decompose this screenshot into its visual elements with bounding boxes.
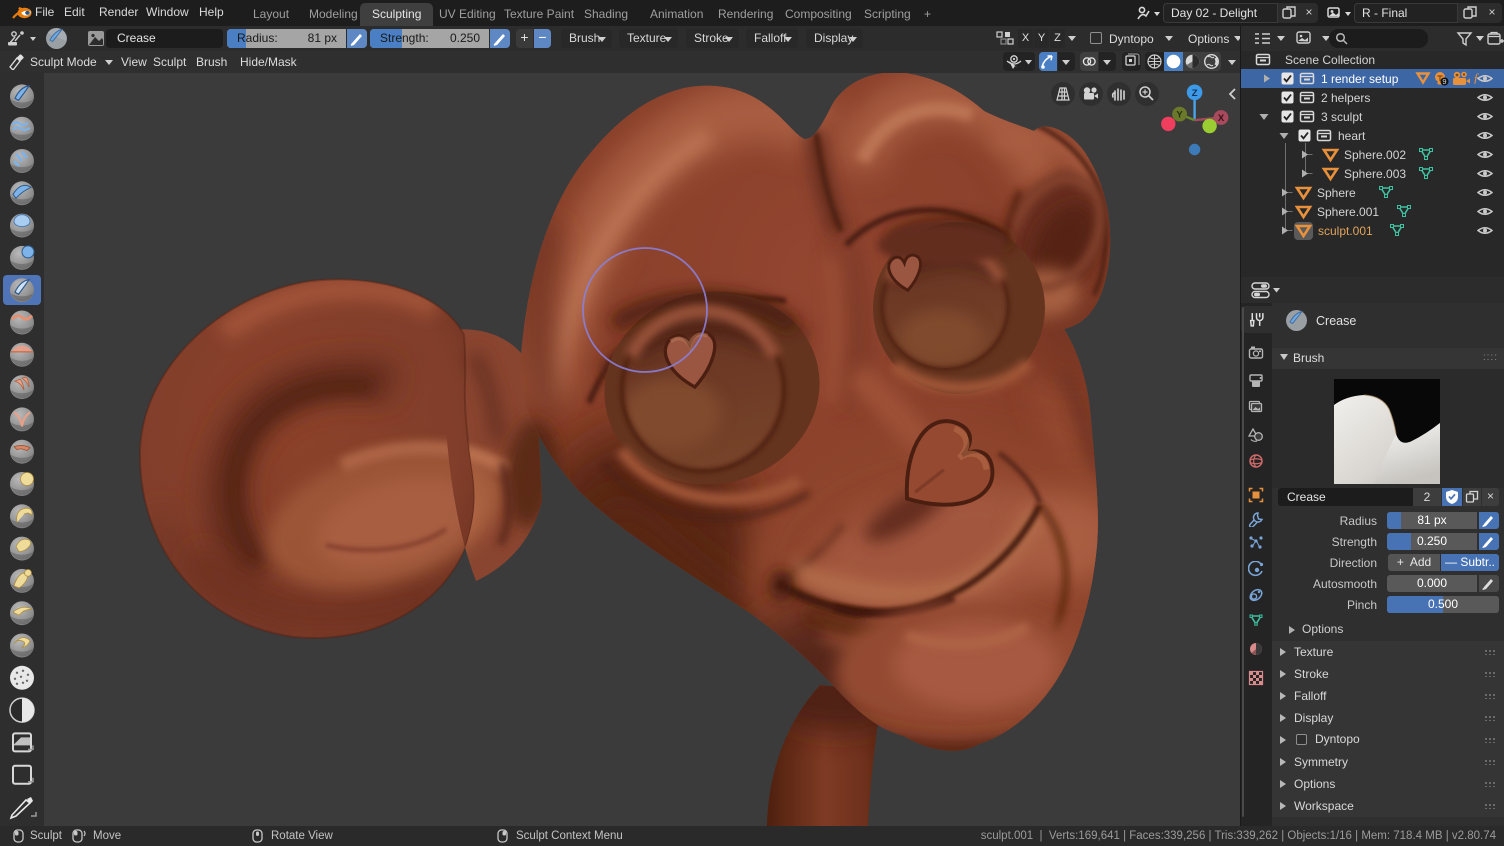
svg-text:Z: Z (1192, 88, 1198, 99)
svg-text:X: X (1218, 113, 1225, 124)
svg-text:9: 9 (1442, 77, 1446, 86)
svg-text:Y: Y (1176, 110, 1183, 121)
